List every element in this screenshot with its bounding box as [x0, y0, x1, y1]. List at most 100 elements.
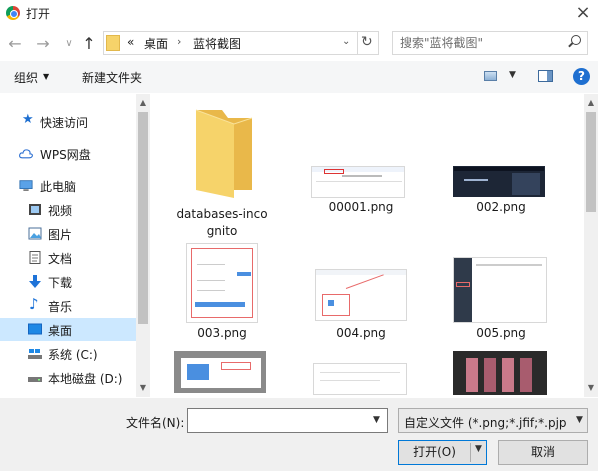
image-thumbnail [453, 351, 547, 395]
search-input[interactable] [400, 33, 570, 53]
folder-icon [195, 109, 253, 198]
drive-icon [28, 377, 42, 382]
filename-label: 文件名(N): [126, 416, 185, 430]
navigation-pane: ★ 快速访问 WPS网盘 此电脑 视频 图片 文档 下载 ♪ 音乐 桌面 系统 … [0, 94, 136, 397]
address-dropdown-icon[interactable]: ⌄ [342, 36, 350, 47]
close-icon[interactable]: × [572, 2, 594, 23]
file-item-image[interactable]: 002.png [437, 102, 565, 222]
picture-icon [28, 227, 42, 240]
breadcrumb-overflow[interactable]: « [127, 35, 134, 49]
video-icon [29, 204, 41, 215]
open-dropdown-icon[interactable]: ▼ [475, 444, 482, 454]
document-icon [29, 251, 41, 264]
sidebar-item-label: 桌面 [48, 324, 73, 338]
preview-pane-icon[interactable] [538, 70, 553, 82]
file-item-image[interactable] [297, 349, 425, 397]
breadcrumb-current[interactable]: 蓝将截图 [193, 35, 241, 52]
breadcrumb-desktop[interactable]: 桌面 [144, 35, 168, 52]
help-icon[interactable]: ? [573, 68, 590, 85]
filetype-dropdown-icon[interactable]: ▼ [576, 415, 583, 425]
filetype-select[interactable]: 自定义文件 (*.png;*.jfif;*.pjpeg [398, 408, 588, 433]
sidebar-item-quick-access[interactable]: ★ 快速访问 [0, 110, 136, 133]
sidebar-item-documents[interactable]: 文档 [0, 246, 136, 269]
file-name: 005.png [476, 326, 526, 340]
sidebar-item-wps-cloud[interactable]: WPS网盘 [0, 142, 136, 165]
folder-icon [106, 35, 120, 51]
file-name: 004.png [336, 326, 386, 340]
computer-icon [19, 180, 33, 191]
window-title: 打开 [26, 7, 51, 21]
file-name: 003.png [197, 326, 247, 340]
file-item-image[interactable] [437, 349, 565, 397]
file-name: 002.png [476, 200, 526, 214]
sidebar-item-label: 视频 [48, 204, 73, 218]
open-button[interactable]: 打开(O) [398, 440, 487, 465]
file-item-image[interactable] [158, 349, 286, 397]
image-thumbnail [453, 166, 545, 197]
open-split-divider [470, 443, 471, 462]
forward-arrow-icon[interactable]: → [34, 34, 52, 53]
sidebar-item-label: 下载 [48, 276, 73, 290]
filetype-value: 自定义文件 (*.png;*.jfif;*.pjpeg [404, 416, 567, 430]
scroll-down-icon[interactable]: ▼ [584, 383, 598, 392]
sidebar-item-label: WPS网盘 [40, 148, 91, 162]
scroll-down-icon[interactable]: ▼ [136, 383, 150, 392]
search-icon[interactable] [571, 35, 581, 45]
file-item-image[interactable]: 00001.png [297, 102, 425, 222]
new-folder-button[interactable]: 新建文件夹 [82, 69, 142, 86]
chevron-right-icon[interactable]: › [177, 35, 181, 48]
view-options-icon[interactable] [484, 71, 497, 81]
sidebar-item-label: 音乐 [48, 300, 73, 314]
file-item-image[interactable]: 005.png [437, 237, 565, 349]
recent-locations-icon[interactable]: ∨ [60, 38, 78, 49]
sidebar-item-label: 本地磁盘 (D:) [48, 372, 123, 386]
scroll-up-icon[interactable]: ▲ [136, 98, 150, 107]
sidebar-item-drive-c[interactable]: 系统 (C:) [0, 342, 136, 365]
star-icon: ★ [22, 112, 34, 127]
image-thumbnail [186, 243, 258, 323]
cancel-button[interactable]: 取消 [498, 440, 588, 465]
sidebar-item-drive-d[interactable]: 本地磁盘 (D:) [0, 366, 136, 389]
download-icon [29, 275, 41, 288]
music-icon: ♪ [29, 295, 39, 313]
file-list: databases-inco gnito 00001.png 002.png 0… [150, 94, 584, 397]
image-thumbnail [315, 269, 407, 321]
sidebar-item-pictures[interactable]: 图片 [0, 222, 136, 245]
content-scroll-thumb[interactable] [586, 112, 596, 212]
address-divider [357, 31, 358, 55]
sidebar-item-this-pc[interactable]: 此电脑 [0, 174, 136, 197]
sidebar-item-downloads[interactable]: 下载 [0, 270, 136, 293]
sidebar-item-label: 此电脑 [40, 180, 77, 194]
up-arrow-icon[interactable]: ↑ [80, 34, 98, 53]
file-name-line1: databases-inco [176, 207, 268, 221]
file-item-folder[interactable]: databases-inco gnito [158, 102, 286, 238]
sidebar-item-label: 快速访问 [40, 116, 89, 130]
image-thumbnail [453, 257, 547, 323]
sidebar-item-label: 图片 [48, 228, 73, 242]
cloud-icon [19, 149, 33, 159]
sidebar-item-desktop[interactable]: 桌面 [0, 318, 136, 341]
image-thumbnail [311, 166, 405, 198]
image-thumbnail [313, 363, 407, 395]
sidebar-scroll-thumb[interactable] [138, 112, 148, 324]
chrome-app-icon [6, 6, 20, 20]
organize-button[interactable]: 组织 [14, 69, 38, 86]
refresh-icon[interactable]: ↻ [361, 34, 373, 50]
drive-icon [28, 349, 42, 359]
open-button-label: 打开(O) [413, 445, 456, 459]
filename-input[interactable] [187, 408, 388, 433]
sidebar-item-videos[interactable]: 视频 [0, 198, 136, 221]
title-bar [0, 0, 598, 27]
organize-dropdown-icon[interactable]: ▼ [43, 72, 49, 81]
filename-dropdown-icon[interactable]: ▼ [373, 415, 380, 425]
search-box[interactable] [392, 31, 588, 55]
sidebar-item-music[interactable]: ♪ 音乐 [0, 294, 136, 317]
desktop-icon [28, 323, 42, 335]
scroll-up-icon[interactable]: ▲ [584, 98, 598, 107]
image-thumbnail [174, 351, 266, 393]
file-item-image[interactable]: 004.png [297, 237, 425, 349]
back-arrow-icon[interactable]: ← [6, 34, 24, 53]
sidebar-item-label: 文档 [48, 252, 73, 266]
file-item-image[interactable]: 003.png [158, 237, 286, 349]
view-dropdown-icon[interactable]: ▼ [509, 70, 516, 80]
